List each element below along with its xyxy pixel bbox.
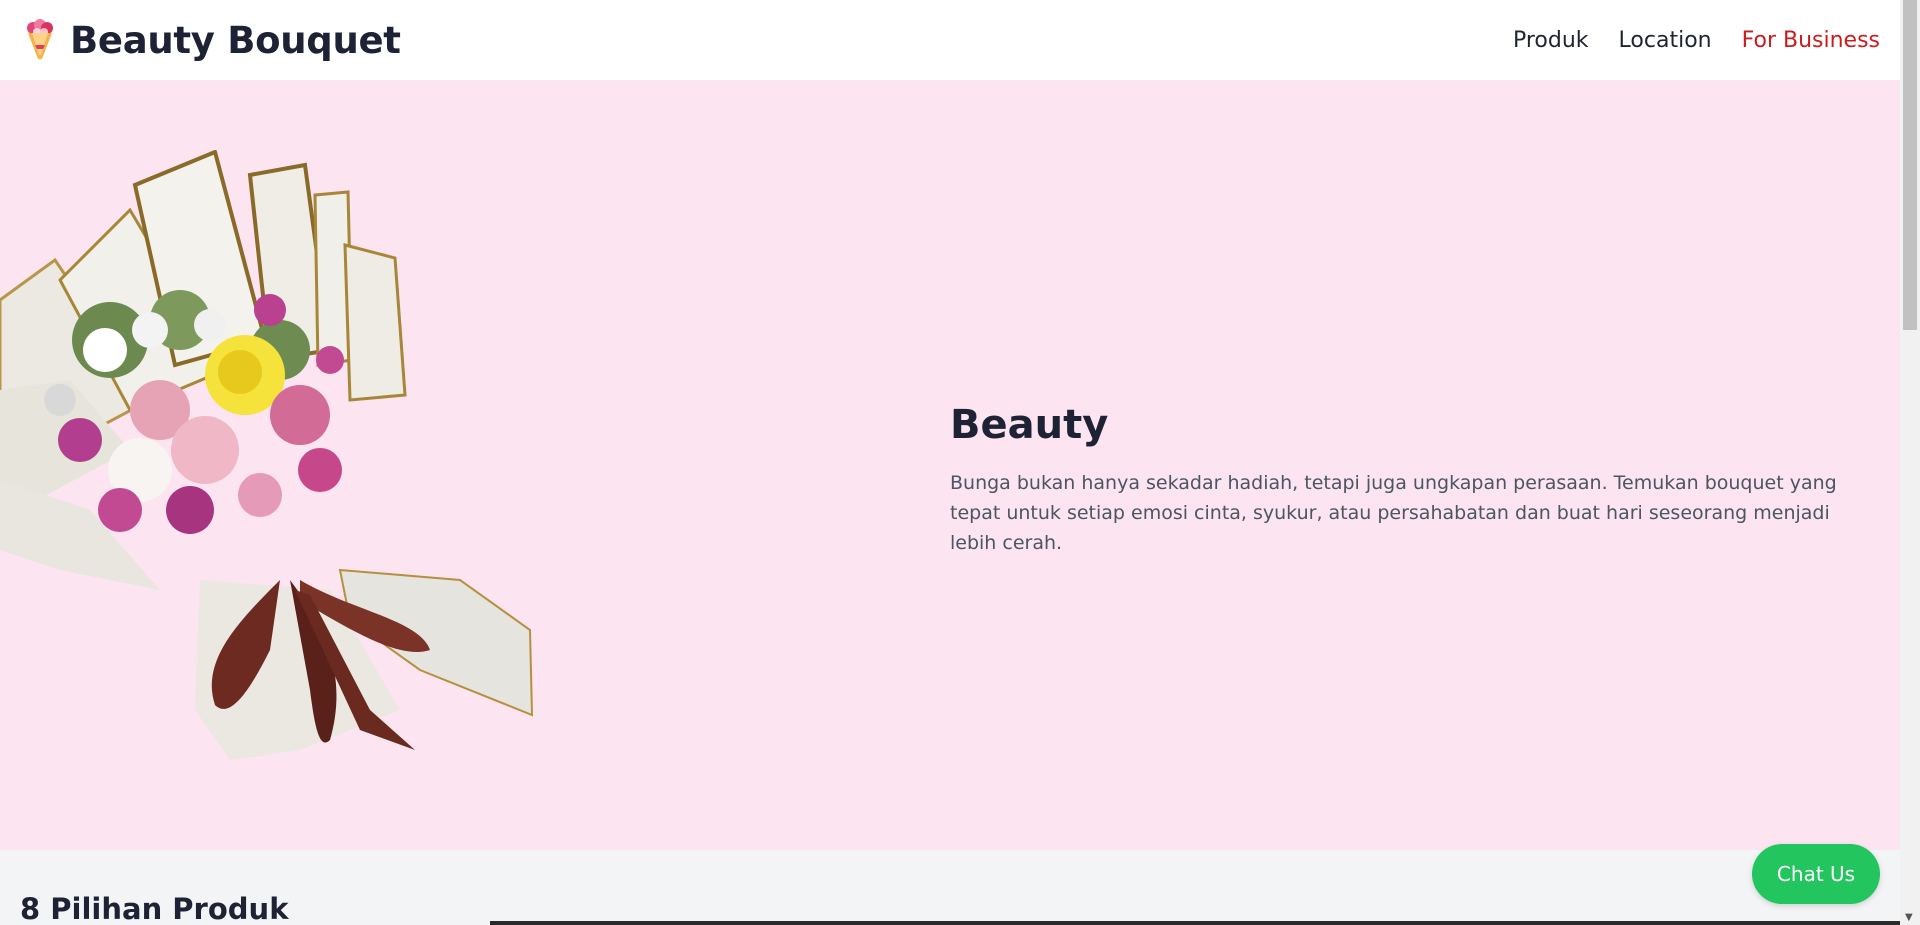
hero-text: Beauty Bunga bukan hanya sekadar hadiah,… bbox=[950, 402, 1880, 558]
product-grid-edge bbox=[490, 921, 1900, 925]
scroll-down-arrow-icon[interactable]: ▼ bbox=[1905, 912, 1913, 923]
nav-produk[interactable]: Produk bbox=[1513, 28, 1589, 53]
page-scrollbar[interactable]: ▼ bbox=[1900, 0, 1920, 925]
products-heading: 8 Pilihan Produk bbox=[20, 892, 289, 925]
main-nav: Produk Location For Business bbox=[1513, 28, 1880, 53]
nav-location[interactable]: Location bbox=[1619, 28, 1712, 53]
nav-for-business[interactable]: For Business bbox=[1742, 28, 1880, 53]
hero-description: Bunga bukan hanya sekadar hadiah, tetapi… bbox=[950, 472, 1837, 554]
scrollbar-thumb[interactable] bbox=[1903, 0, 1917, 330]
chat-us-button[interactable]: Chat Us bbox=[1752, 844, 1880, 904]
bouquet-logo-icon bbox=[27, 19, 53, 59]
flower-bouquet-image bbox=[0, 150, 534, 760]
page: Beauty Bouquet Produk Location For Busin… bbox=[0, 0, 1900, 925]
hero-title: Beauty bbox=[950, 402, 1109, 448]
brand-name: Beauty Bouquet bbox=[70, 18, 401, 62]
brand[interactable]: Beauty Bouquet bbox=[22, 19, 401, 62]
hero-section: Beauty Bunga bukan hanya sekadar hadiah,… bbox=[0, 80, 1900, 850]
site-header: Beauty Bouquet Produk Location For Busin… bbox=[0, 0, 1900, 80]
